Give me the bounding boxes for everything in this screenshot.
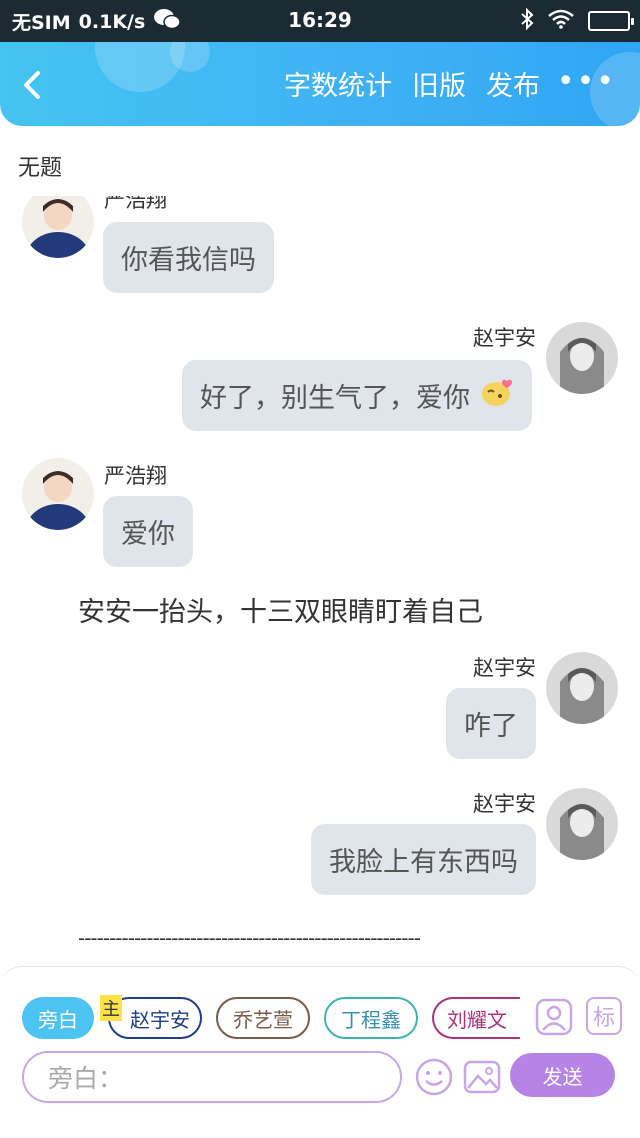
chip-character[interactable]: 丁程鑫 (324, 997, 418, 1039)
chat-bubble[interactable]: 你看我信吗 (103, 222, 274, 293)
chat-bubble[interactable]: 爱你 (103, 496, 193, 567)
tag-button[interactable]: 标 (586, 997, 622, 1035)
wifi-icon (548, 9, 574, 33)
composer-panel: 旁白 赵宇安 主 乔艺萱 丁程鑫 刘耀文 标 旁白： 发送 (0, 966, 640, 1138)
message-left (22, 196, 94, 258)
publish-button[interactable]: 发布 (486, 64, 540, 103)
speaker-name: 赵宇安 (473, 656, 536, 680)
back-icon[interactable] (18, 70, 48, 100)
chat-bubble[interactable]: 咋了 (446, 688, 536, 759)
chat-bubble[interactable]: 好了，别生气了，爱你 (182, 360, 532, 431)
section-divider: ----------------------------------------… (78, 926, 421, 950)
narration-text[interactable]: 安安一抬头，十三双眼睛盯着自己 (78, 590, 483, 629)
emoji-icon[interactable] (414, 1057, 454, 1097)
avatar[interactable] (22, 458, 94, 530)
chip-narration[interactable]: 旁白 (22, 997, 94, 1039)
speaker-name: 严浩翔 (104, 464, 167, 488)
speaker-name: 赵宇安 (473, 326, 536, 350)
old-version-button[interactable]: 旧版 (412, 64, 466, 103)
speaker-name: 严浩翔 (104, 196, 167, 212)
message-input[interactable]: 旁白： (22, 1051, 402, 1103)
character-icon[interactable] (534, 997, 574, 1037)
status-bar: 无SIM 0.1K/s 16:29 (0, 0, 640, 42)
image-icon[interactable] (462, 1057, 502, 1097)
chip-character[interactable]: 赵宇安 (108, 997, 202, 1039)
speaker-name: 赵宇安 (473, 792, 536, 816)
chip-character[interactable]: 刘耀文 (432, 997, 520, 1039)
chat-bubble-text: 好了，别生气了，爱你 (200, 383, 470, 414)
document-title: 无题 (18, 156, 63, 181)
main-badge: 主 (100, 995, 122, 1021)
chat-bubble[interactable]: 我脸上有东西吗 (311, 824, 536, 895)
avatar[interactable] (546, 322, 618, 394)
chip-character[interactable]: 乔艺萱 (216, 997, 310, 1039)
bluetooth-icon (520, 7, 534, 34)
avatar[interactable] (546, 652, 618, 724)
battery-icon (588, 11, 634, 31)
send-button[interactable]: 发送 (510, 1053, 615, 1097)
app-header: 字数统计 旧版 发布 ••• (0, 42, 640, 126)
avatar[interactable] (22, 196, 94, 258)
more-icon[interactable]: ••• (557, 64, 616, 99)
chat-area[interactable]: 严浩翔 你看我信吗 赵宇安 好了，别生气了，爱你 严浩翔 爱你 安安一抬头，十三… (0, 196, 640, 956)
word-count-button[interactable]: 字数统计 (284, 64, 392, 103)
avatar[interactable] (546, 788, 618, 860)
kiss-emoji-icon (480, 378, 516, 415)
